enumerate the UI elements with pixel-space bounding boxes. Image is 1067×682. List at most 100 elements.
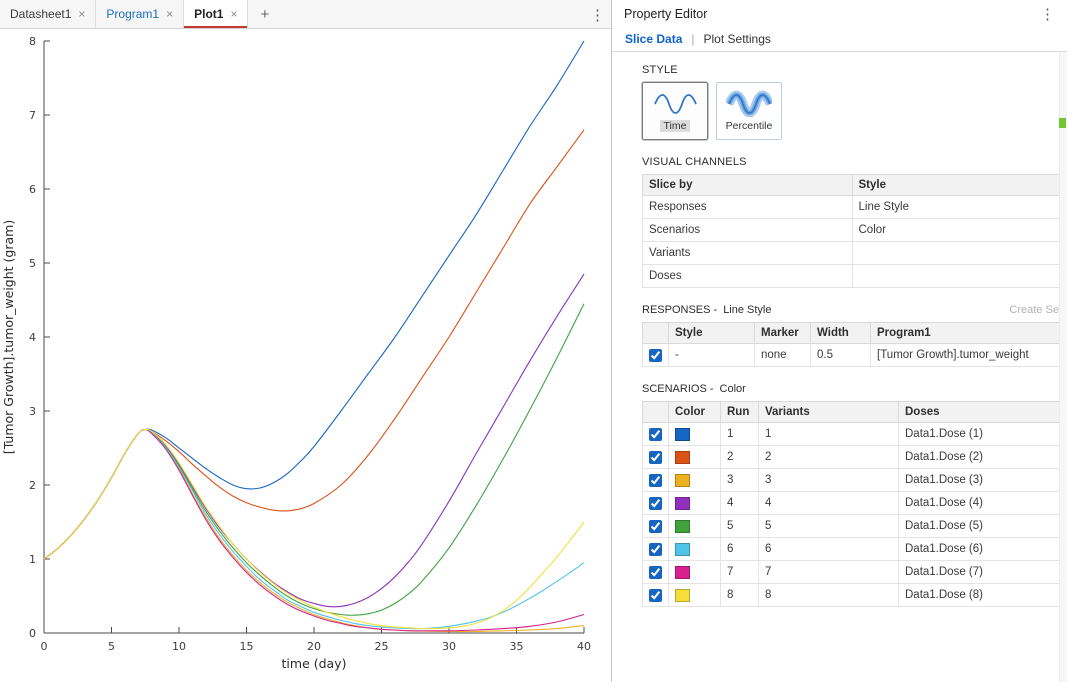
scenario-dose-cell[interactable]: Data1.Dose (1) — [899, 423, 1062, 446]
color-swatch[interactable] — [675, 474, 690, 487]
series-run-4[interactable] — [44, 274, 584, 607]
scenario-variant-cell[interactable]: 6 — [759, 538, 899, 561]
visual-channel-row[interactable]: ScenariosColor — [643, 219, 1062, 242]
scenario-checkbox[interactable] — [649, 589, 662, 602]
style-cell[interactable] — [852, 242, 1062, 265]
scenario-color-cell[interactable] — [669, 492, 721, 515]
scenario-row[interactable]: 77Data1.Dose (7) — [643, 561, 1062, 584]
tab-plot-settings[interactable]: Plot Settings — [704, 32, 771, 46]
response-checkbox[interactable] — [649, 349, 662, 362]
slice-by-cell[interactable]: Responses — [643, 196, 853, 219]
scenario-variant-cell[interactable]: 8 — [759, 584, 899, 607]
color-swatch[interactable] — [675, 451, 690, 464]
color-swatch[interactable] — [675, 428, 690, 441]
visual-channel-row[interactable]: ResponsesLine Style — [643, 196, 1062, 219]
style-cell[interactable]: Color — [852, 219, 1062, 242]
style-options: Time Percentile — [642, 82, 1057, 140]
scenario-checkbox[interactable] — [649, 428, 662, 441]
col-scenario-doses: Doses — [899, 402, 1062, 423]
response-style-cell[interactable]: - — [669, 344, 755, 367]
scenario-color-cell[interactable] — [669, 584, 721, 607]
scenario-color-cell[interactable] — [669, 423, 721, 446]
x-tick-label: 25 — [375, 640, 389, 653]
color-swatch[interactable] — [675, 589, 690, 602]
response-program-cell[interactable]: [Tumor Growth].tumor_weight — [871, 344, 1062, 367]
scenario-row[interactable]: 11Data1.Dose (1) — [643, 423, 1062, 446]
scenario-dose-cell[interactable]: Data1.Dose (3) — [899, 469, 1062, 492]
tab-plot1[interactable]: Plot1 × — [184, 0, 248, 28]
series-run-1[interactable] — [44, 41, 584, 559]
scenario-dose-cell[interactable]: Data1.Dose (5) — [899, 515, 1062, 538]
style-cell[interactable]: Line Style — [852, 196, 1062, 219]
scenario-dose-cell[interactable]: Data1.Dose (6) — [899, 538, 1062, 561]
new-tab-button[interactable]: + — [248, 0, 281, 28]
property-editor-scrollbar[interactable] — [1059, 52, 1067, 682]
series-run-5[interactable] — [44, 304, 584, 616]
tab-datasheet1-close-icon[interactable]: × — [78, 8, 85, 20]
scenario-dose-cell[interactable]: Data1.Dose (7) — [899, 561, 1062, 584]
scenario-dose-cell[interactable]: Data1.Dose (2) — [899, 446, 1062, 469]
tab-plot1-close-icon[interactable]: × — [230, 8, 237, 20]
scenario-variant-cell[interactable]: 1 — [759, 423, 899, 446]
response-row[interactable]: -none0.5[Tumor Growth].tumor_weight — [643, 344, 1062, 367]
color-swatch[interactable] — [675, 566, 690, 579]
scenario-color-cell[interactable] — [669, 515, 721, 538]
tab-program1-close-icon[interactable]: × — [166, 8, 173, 20]
scenario-variant-cell[interactable]: 2 — [759, 446, 899, 469]
scenario-run-cell[interactable]: 5 — [721, 515, 759, 538]
scenario-run-cell[interactable]: 1 — [721, 423, 759, 446]
response-width-cell[interactable]: 0.5 — [811, 344, 871, 367]
scenario-row[interactable]: 22Data1.Dose (2) — [643, 446, 1062, 469]
style-percentile-button[interactable]: Percentile — [716, 82, 782, 140]
scenario-run-cell[interactable]: 6 — [721, 538, 759, 561]
scenario-dose-cell[interactable]: Data1.Dose (4) — [899, 492, 1062, 515]
slice-by-cell[interactable]: Doses — [643, 265, 853, 288]
tab-program1[interactable]: Program1 × — [96, 0, 184, 28]
series-run-2[interactable] — [44, 130, 584, 559]
scenario-color-cell[interactable] — [669, 469, 721, 492]
scenario-checkbox[interactable] — [649, 474, 662, 487]
create-set-link[interactable]: Create Set — [1009, 304, 1062, 316]
visual-channel-row[interactable]: Variants — [643, 242, 1062, 265]
slice-by-cell[interactable]: Variants — [643, 242, 853, 265]
color-swatch[interactable] — [675, 497, 690, 510]
scenario-dose-cell[interactable]: Data1.Dose (8) — [899, 584, 1062, 607]
scenario-variant-cell[interactable]: 4 — [759, 492, 899, 515]
scenario-variant-cell[interactable]: 7 — [759, 561, 899, 584]
scenario-checkbox[interactable] — [649, 497, 662, 510]
scenario-run-cell[interactable]: 2 — [721, 446, 759, 469]
col-response-width: Width — [811, 323, 871, 344]
style-cell[interactable] — [852, 265, 1062, 288]
scenario-color-cell[interactable] — [669, 538, 721, 561]
tab-bar-menu-icon[interactable]: ⋮ — [590, 0, 605, 29]
scenario-row[interactable]: 44Data1.Dose (4) — [643, 492, 1062, 515]
property-editor-menu-icon[interactable]: ⋮ — [1040, 5, 1055, 23]
visual-channel-row[interactable]: Doses — [643, 265, 1062, 288]
col-scenario-run: Run — [721, 402, 759, 423]
scenario-row[interactable]: 33Data1.Dose (3) — [643, 469, 1062, 492]
scenarios-table: Color Run Variants Doses 11Data1.Dose (1… — [642, 401, 1062, 607]
scenario-color-cell[interactable] — [669, 446, 721, 469]
scenario-run-cell[interactable]: 3 — [721, 469, 759, 492]
slice-by-cell[interactable]: Scenarios — [643, 219, 853, 242]
scenario-color-cell[interactable] — [669, 561, 721, 584]
scenario-row[interactable]: 88Data1.Dose (8) — [643, 584, 1062, 607]
scenario-run-cell[interactable]: 4 — [721, 492, 759, 515]
scenario-variant-cell[interactable]: 5 — [759, 515, 899, 538]
tab-datasheet1[interactable]: Datasheet1 × — [0, 0, 96, 28]
response-marker-cell[interactable]: none — [755, 344, 811, 367]
scenario-run-cell[interactable]: 7 — [721, 561, 759, 584]
tab-slice-data[interactable]: Slice Data — [625, 32, 682, 46]
scenario-checkbox[interactable] — [649, 520, 662, 533]
x-tick-label: 20 — [307, 640, 321, 653]
scenario-checkbox[interactable] — [649, 566, 662, 579]
color-swatch[interactable] — [675, 543, 690, 556]
scenario-row[interactable]: 55Data1.Dose (5) — [643, 515, 1062, 538]
style-time-button[interactable]: Time — [642, 82, 708, 140]
scenario-row[interactable]: 66Data1.Dose (6) — [643, 538, 1062, 561]
scenario-run-cell[interactable]: 8 — [721, 584, 759, 607]
color-swatch[interactable] — [675, 520, 690, 533]
scenario-checkbox[interactable] — [649, 543, 662, 556]
scenario-checkbox[interactable] — [649, 451, 662, 464]
scenario-variant-cell[interactable]: 3 — [759, 469, 899, 492]
